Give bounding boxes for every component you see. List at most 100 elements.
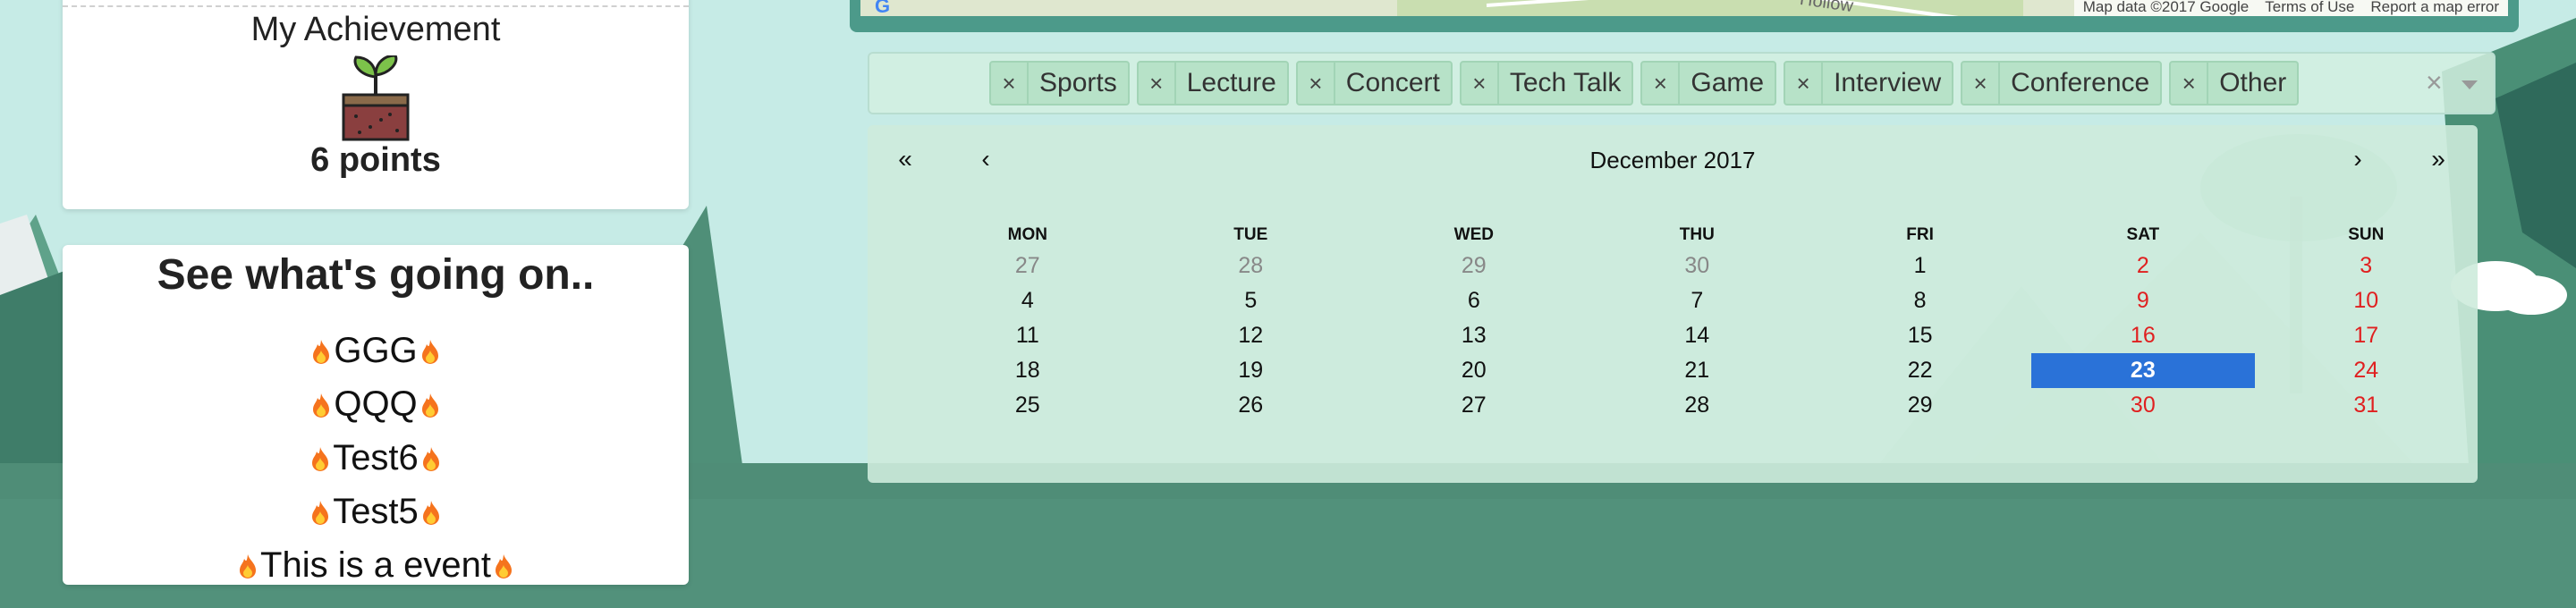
calendar-month-title[interactable]: December 2017 <box>868 147 2478 174</box>
fire-icon <box>418 377 443 431</box>
calendar-day[interactable]: 30 <box>1586 249 1809 283</box>
calendar-week-row: 4 5 6 7 8 9 10 <box>916 283 2478 318</box>
calendar-day[interactable]: 29 <box>1809 388 2031 423</box>
map-terms-link[interactable]: Terms of Use <box>2265 0 2354 16</box>
events-title: See what's going on.. <box>157 251 595 299</box>
remove-tag-icon[interactable]: × <box>1642 63 1681 104</box>
map[interactable]: G Hollow Map data ©2017 Google Terms of … <box>860 0 2508 16</box>
remove-tag-icon[interactable]: × <box>991 63 1029 104</box>
calendar-day[interactable]: 26 <box>1140 388 1362 423</box>
calendar-week-row: 25 26 27 28 29 30 31 <box>916 388 2478 423</box>
calendar-day[interactable]: 20 <box>1362 353 1586 388</box>
map-attribution: Map data ©2017 Google <box>2082 0 2250 15</box>
fire-icon <box>308 485 333 538</box>
calendar-day[interactable]: 3 <box>2255 249 2479 283</box>
remove-tag-icon[interactable]: × <box>1462 63 1499 104</box>
event-item[interactable]: GGG <box>63 324 689 377</box>
tag-label: Tech Talk <box>1509 68 1622 97</box>
tag-label: Other <box>2219 68 2287 97</box>
event-title: Test5 <box>333 492 419 531</box>
calendar-day[interactable]: 10 <box>2255 283 2479 318</box>
tag-label: Concert <box>1345 68 1440 97</box>
google-logo: G <box>875 0 891 16</box>
calendar-day[interactable]: 28 <box>1586 388 1809 423</box>
calendar-day[interactable]: 6 <box>1362 283 1586 318</box>
remove-tag-icon[interactable]: × <box>1139 63 1176 104</box>
category-filter[interactable]: × Sports × Lecture × Concert × Tech Talk × Game × I… <box>868 52 2496 114</box>
calendar-day[interactable]: 18 <box>916 353 1140 388</box>
calendar-day[interactable]: 8 <box>1809 283 2031 318</box>
weekday-header: FRI <box>1906 225 1934 244</box>
calendar-day[interactable]: 22 <box>1809 353 2031 388</box>
achievement-title: My Achievement <box>250 11 501 48</box>
map-frame: G Hollow Map data ©2017 Google Terms of … <box>850 0 2519 32</box>
clear-all-icon[interactable]: × <box>2426 66 2443 99</box>
tag-label: Game <box>1690 68 1765 97</box>
calendar-day[interactable]: 1 <box>1809 249 2031 283</box>
event-title: This is a event <box>260 545 491 585</box>
fire-icon <box>419 485 444 538</box>
fire-icon <box>309 377 334 431</box>
events-list: GGG QQQ Test6 Test5 This is a event <box>63 324 689 592</box>
remove-tag-icon[interactable]: × <box>1962 63 2001 104</box>
event-item[interactable]: This is a event <box>63 538 689 592</box>
tag-label: Conference <box>2011 68 2150 97</box>
tag-label: Sports <box>1039 68 1117 97</box>
calendar-day[interactable]: 27 <box>1362 388 1586 423</box>
calendar-day[interactable]: 24 <box>2255 353 2479 388</box>
calendar-day[interactable]: 15 <box>1809 318 2031 353</box>
calendar-day[interactable]: 11 <box>916 318 1140 353</box>
fire-icon <box>235 538 260 592</box>
calendar-day[interactable]: 31 <box>2255 388 2479 423</box>
calendar-day[interactable]: 4 <box>916 283 1140 318</box>
event-item[interactable]: Test6 <box>63 431 689 485</box>
calendar-day[interactable]: 9 <box>2031 283 2254 318</box>
calendar-week-row: 27 28 29 30 1 2 3 <box>916 249 2478 283</box>
remove-tag-icon[interactable]: × <box>1298 63 1335 104</box>
fire-icon <box>308 431 333 485</box>
next-year-button[interactable]: » <box>2411 145 2465 173</box>
calendar-day[interactable]: 23 <box>2031 353 2255 388</box>
calendar: « ‹ December 2017 › » MON TUE WED THU FRI SAT… <box>868 125 2478 483</box>
calendar-week-row: 18 19 20 21 22 23 24 <box>916 353 2478 388</box>
event-title: GGG <box>334 331 418 370</box>
fire-icon <box>418 324 443 377</box>
event-title: QQQ <box>334 384 418 424</box>
calendar-day[interactable]: 30 <box>2031 388 2254 423</box>
dropdown-arrow-icon[interactable] <box>2462 80 2478 89</box>
calendar-day[interactable]: 2 <box>2031 249 2254 283</box>
category-tag: × Other <box>2169 61 2300 106</box>
calendar-day[interactable]: 13 <box>1362 318 1586 353</box>
calendar-day[interactable]: 25 <box>916 388 1140 423</box>
remove-tag-icon[interactable]: × <box>2171 63 2209 104</box>
calendar-day[interactable]: 5 <box>1140 283 1362 318</box>
category-tag: × Sports <box>989 61 1130 106</box>
event-item[interactable]: Test5 <box>63 485 689 538</box>
calendar-day[interactable]: 7 <box>1586 283 1809 318</box>
event-item[interactable]: QQQ <box>63 377 689 431</box>
category-tags: × Sports × Lecture × Concert × Tech Talk × Game × I… <box>989 61 2300 106</box>
calendar-day[interactable]: 29 <box>1362 249 1586 283</box>
calendar-day[interactable]: 28 <box>1140 249 1362 283</box>
weekday-header: SAT <box>2126 225 2160 244</box>
divider <box>63 5 689 7</box>
achievement-card: My Achievement 6 points <box>63 0 689 209</box>
calendar-day[interactable]: 17 <box>2255 318 2479 353</box>
category-tag: × Tech Talk <box>1459 61 1634 106</box>
calendar-day[interactable]: 14 <box>1586 318 1809 353</box>
map-report-link[interactable]: Report a map error <box>2370 0 2499 16</box>
map-footer: Map data ©2017 Google Terms of Use Repor… <box>2073 0 2508 16</box>
tag-label: Interview <box>1834 68 1942 97</box>
calendar-day[interactable]: 27 <box>916 249 1140 283</box>
calendar-day[interactable]: 16 <box>2031 318 2254 353</box>
next-month-button[interactable]: › <box>2331 145 2385 173</box>
calendar-day[interactable]: 19 <box>1140 353 1362 388</box>
category-tag: × Conference <box>1961 61 2163 106</box>
calendar-grid: MON TUE WED THU FRI SAT SUN 27 28 29 30 1 2 3 4 5 6 7 8 9 1… <box>916 222 2478 423</box>
calendar-day[interactable]: 12 <box>1140 318 1362 353</box>
remove-tag-icon[interactable]: × <box>1785 63 1824 104</box>
weekday-header: MON <box>1007 225 1047 244</box>
fire-icon <box>491 538 516 592</box>
weekday-header: TUE <box>1233 225 1268 244</box>
calendar-day[interactable]: 21 <box>1586 353 1809 388</box>
